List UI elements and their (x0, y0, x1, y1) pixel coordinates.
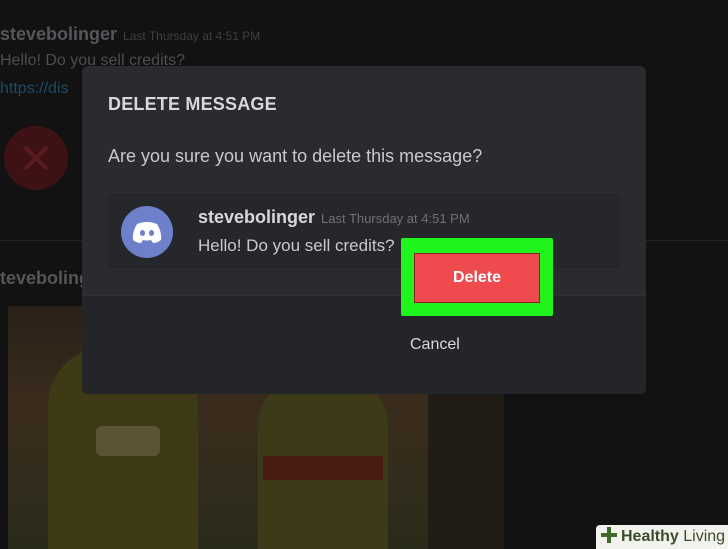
background-message-header: stevebolinger Last Thursday at 4:51 PM (0, 24, 260, 45)
delete-button[interactable]: Delete (414, 253, 540, 303)
background-username-2: teveboling (0, 268, 91, 288)
dialog-question: Are you sure you want to delete this mes… (108, 146, 483, 166)
preview-header: stevebolinger Last Thursday at 4:51 PM (198, 207, 470, 228)
preview-username: stevebolinger (198, 207, 316, 227)
discord-logo-icon (121, 206, 173, 258)
watermark-text: Healthy Living (621, 528, 726, 545)
background-timestamp: Last Thursday at 4:51 PM (123, 29, 261, 43)
delete-message-dialog: DELETE MESSAGE Are you sure you want to … (82, 66, 646, 394)
dialog-footer: Cancel (82, 295, 646, 394)
background-error-icon (4, 126, 68, 190)
watermark: Healthy Living (596, 525, 728, 549)
cancel-button[interactable]: Cancel (410, 336, 460, 354)
plus-cross-icon (600, 526, 618, 549)
preview-message: Hello! Do you sell credits? (198, 236, 395, 255)
background-link: https://dis (0, 80, 69, 97)
preview-timestamp: Last Thursday at 4:51 PM (321, 211, 470, 226)
dialog-title: DELETE MESSAGE (108, 94, 277, 114)
background-username: stevebolinger (0, 24, 118, 44)
